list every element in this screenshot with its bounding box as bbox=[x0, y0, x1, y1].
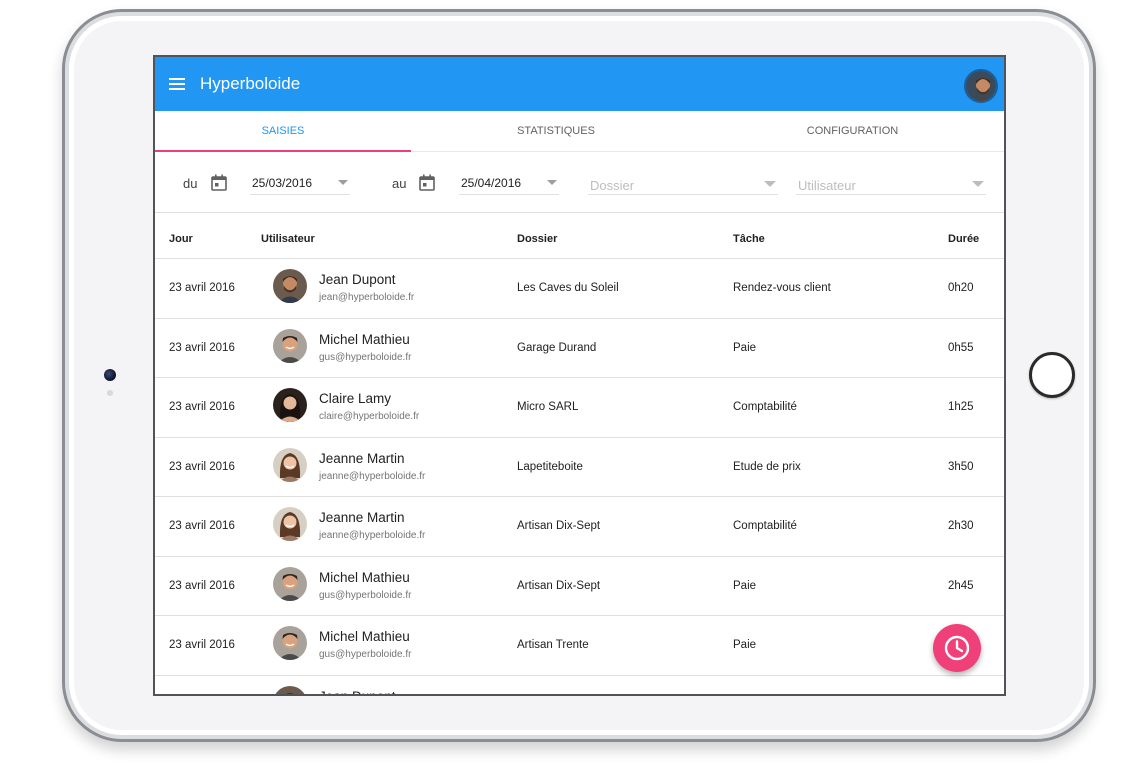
cell-dossier: Artisan Trente bbox=[517, 639, 589, 651]
table-row[interactable]: 23 avril 2016 Michel Mathieu gus@hyperbolo… bbox=[155, 557, 1004, 616]
user-name: Michel Mathieu bbox=[319, 331, 410, 347]
chevron-down-icon bbox=[547, 180, 557, 185]
cell-tache: Comptabilité bbox=[733, 520, 797, 532]
cell-duree: 1h25 bbox=[948, 401, 974, 413]
column-header-tache[interactable]: Tâche bbox=[733, 233, 765, 245]
cell-jour: 23 avril 2016 bbox=[169, 579, 235, 592]
cell-duree: 0h55 bbox=[948, 341, 974, 354]
cell-duree: 2h30 bbox=[948, 520, 974, 532]
calendar-icon[interactable] bbox=[419, 174, 435, 191]
column-header-dossier[interactable]: Dossier bbox=[517, 233, 557, 245]
user-avatar bbox=[273, 269, 307, 303]
cell-tache: Rendez-vous client bbox=[733, 282, 831, 294]
user-name: Jeanne Martin bbox=[319, 510, 405, 525]
cell-tache: Paie bbox=[733, 579, 757, 592]
clock-icon bbox=[944, 635, 970, 661]
user-name: Jean Dupont bbox=[319, 688, 396, 696]
column-header-duree[interactable]: Durée bbox=[948, 233, 979, 245]
menu-icon[interactable] bbox=[169, 78, 185, 90]
user-name: Jeanne Martin bbox=[319, 450, 405, 466]
add-time-entry-button[interactable] bbox=[933, 624, 981, 672]
column-header-utilisateur[interactable]: Utilisateur bbox=[261, 233, 315, 245]
cell-duree: 3h50 bbox=[948, 460, 974, 473]
utilisateur-placeholder: Utilisateur bbox=[798, 178, 856, 193]
table-row[interactable]: 23 avril 2016 Jeanne Martin jeanne@hyperbo… bbox=[155, 497, 1004, 557]
cell-tache: Paie bbox=[733, 639, 757, 651]
table-body: 23 avril 2016 Jean Dupont jean@hyperboloid… bbox=[155, 259, 1004, 696]
sensor-dot bbox=[107, 390, 113, 396]
chevron-down-icon bbox=[972, 181, 984, 187]
user-avatar bbox=[273, 626, 307, 660]
user-avatar bbox=[273, 447, 307, 482]
table-row[interactable]: 23 avril 2016 Michel Mathieu gus@hyperbolo… bbox=[155, 616, 1004, 676]
calendar-icon[interactable] bbox=[211, 174, 227, 191]
cell-tache: Etude de prix bbox=[733, 460, 801, 473]
user-avatar bbox=[273, 507, 307, 541]
tab-bar: Saisies Statistiques Configuration bbox=[155, 111, 1004, 152]
cell-tache: Comptabilité bbox=[733, 401, 797, 413]
user-avatar bbox=[273, 328, 307, 363]
utilisateur-select[interactable]: Utilisateur bbox=[796, 172, 986, 195]
cell-dossier: Artisan Dix-Sept bbox=[517, 520, 601, 532]
camera-icon bbox=[104, 369, 116, 381]
cell-dossier: Lapetiteboite bbox=[517, 460, 583, 473]
user-name: Michel Mathieu bbox=[319, 569, 410, 585]
table-row[interactable]: 23 avril 2016 Michel Mathieu gus@hyperbolo… bbox=[155, 319, 1004, 378]
from-date-value: 25/03/2016 bbox=[252, 176, 313, 190]
user-email: claire@hyperboloide.fr bbox=[319, 411, 420, 422]
cell-dossier: Garage Durand bbox=[517, 341, 597, 354]
to-date-value: 25/04/2016 bbox=[461, 176, 522, 190]
cell-jour: 23 avril 2016 bbox=[169, 639, 235, 651]
user-email: jeanne@hyperboloide.fr bbox=[319, 470, 426, 482]
column-header-jour[interactable]: Jour bbox=[169, 233, 193, 245]
tab-statistiques[interactable]: Statistiques bbox=[411, 111, 701, 151]
user-email: gus@hyperboloide.fr bbox=[319, 589, 412, 601]
cell-jour: 23 avril 2016 bbox=[169, 520, 235, 532]
user-avatar bbox=[273, 566, 307, 601]
cell-dossier: Artisan Dix-Sept bbox=[517, 579, 601, 592]
user-avatar bbox=[273, 388, 307, 422]
user-email: jeanne@hyperboloide.fr bbox=[319, 530, 426, 541]
user-name: Claire Lamy bbox=[319, 391, 392, 406]
user-email: gus@hyperboloide.fr bbox=[319, 649, 412, 660]
to-date-select[interactable]: 25/04/2016 bbox=[459, 172, 559, 195]
filter-bar: du 25/03/2016 au 25/04/2016 Dossier Util… bbox=[155, 152, 1004, 213]
chevron-down-icon bbox=[764, 181, 776, 187]
table-row[interactable]: Jean Dupont bbox=[155, 676, 1004, 696]
table-header: Jour Utilisateur Dossier Tâche Durée bbox=[155, 213, 1004, 259]
cell-tache: Paie bbox=[733, 341, 757, 354]
from-date-select[interactable]: 25/03/2016 bbox=[250, 172, 350, 195]
user-avatar bbox=[273, 685, 307, 694]
user-email: gus@hyperboloide.fr bbox=[319, 351, 412, 363]
user-email: jean@hyperboloide.fr bbox=[319, 292, 415, 303]
dossier-select[interactable]: Dossier bbox=[588, 172, 778, 195]
cell-jour: 23 avril 2016 bbox=[169, 341, 235, 354]
cell-jour: 23 avril 2016 bbox=[169, 460, 235, 473]
user-name: Jean Dupont bbox=[319, 272, 396, 287]
from-label: du bbox=[183, 176, 198, 191]
table-row[interactable]: 23 avril 2016 Jean Dupont jean@hyperboloid… bbox=[155, 259, 1004, 319]
cell-jour: 23 avril 2016 bbox=[169, 401, 235, 413]
app-bar: Hyperboloide bbox=[155, 57, 1004, 111]
cell-duree: 0h20 bbox=[948, 282, 974, 294]
dossier-placeholder: Dossier bbox=[590, 178, 635, 193]
cell-jour: 23 avril 2016 bbox=[169, 282, 235, 294]
cell-duree: 2h45 bbox=[948, 579, 974, 592]
account-avatar[interactable] bbox=[964, 69, 998, 103]
table-row[interactable]: 23 avril 2016 Jeanne Martin jeanne@hyperbo… bbox=[155, 438, 1004, 497]
tab-saisies[interactable]: Saisies bbox=[155, 111, 411, 151]
cell-dossier: Les Caves du Soleil bbox=[517, 282, 619, 294]
app-screen: Hyperboloide Saisies Statistiques Config… bbox=[153, 55, 1006, 696]
home-button[interactable] bbox=[1029, 352, 1075, 398]
chevron-down-icon bbox=[338, 180, 348, 185]
to-label: au bbox=[392, 176, 407, 191]
cell-dossier: Micro SARL bbox=[517, 401, 579, 413]
tab-configuration[interactable]: Configuration bbox=[701, 111, 1004, 151]
app-title: Hyperboloide bbox=[200, 74, 301, 93]
user-name: Michel Mathieu bbox=[319, 629, 410, 644]
table-row[interactable]: 23 avril 2016 Claire Lamy claire@hyperbolo… bbox=[155, 378, 1004, 438]
